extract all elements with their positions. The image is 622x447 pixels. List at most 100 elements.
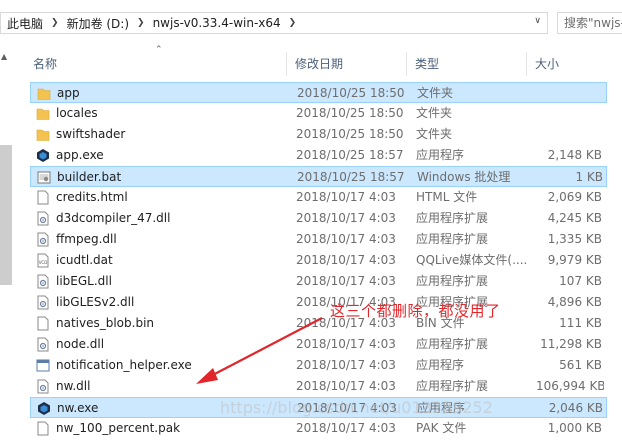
- file-size: 107 KB: [559, 274, 602, 288]
- chevron-right-icon[interactable]: ❯: [137, 18, 145, 28]
- file-name: ffmpeg.dll: [56, 232, 117, 246]
- column-header-name[interactable]: 名称: [25, 52, 287, 76]
- column-header-size[interactable]: 大小: [527, 52, 607, 76]
- file-row[interactable]: locales 2018/10/25 18:50 文件夹: [30, 103, 607, 124]
- chevron-down-icon[interactable]: ∨: [534, 16, 541, 26]
- dll-file-icon: [36, 232, 50, 247]
- bin-file-icon: [36, 316, 50, 331]
- file-type: 文件夹: [417, 86, 454, 100]
- file-row[interactable]: node.dll 2018/10/17 4:03 应用程序扩展 11,298 KB: [30, 334, 607, 355]
- file-row[interactable]: app.exe 2018/10/25 18:57 应用程序 2,148 KB: [30, 145, 607, 166]
- file-date: 2018/10/17 4:03: [296, 337, 396, 351]
- file-name: app: [57, 86, 80, 100]
- file-row[interactable]: builder.bat 2018/10/25 18:57 Windows 批处理 1 …: [30, 166, 607, 187]
- file-type: 应用程序扩展: [416, 211, 489, 225]
- file-name: swiftshader: [56, 127, 126, 141]
- breadcrumb-this-pc[interactable]: 此电脑: [7, 15, 43, 32]
- file-size: 106,994 KB: [536, 379, 604, 393]
- column-header-type[interactable]: 类型: [407, 52, 527, 76]
- dll-file-icon: [36, 274, 50, 289]
- ribbon-tabs-strip: [0, 0, 622, 7]
- file-date: 2018/10/17 4:03: [296, 379, 396, 393]
- file-size: 11,298 KB: [540, 337, 602, 351]
- batch-file-icon: [37, 170, 51, 185]
- file-row[interactable]: notification_helper.exe 2018/10/17 4:03 应用…: [30, 355, 607, 376]
- dll-file-icon: [36, 337, 50, 352]
- navigation-scrollbar-thumb[interactable]: [0, 145, 12, 285]
- breadcrumb-nwjs-folder[interactable]: nwjs-v0.33.4-win-x64: [153, 16, 281, 30]
- watermark: https://blog.csdn.net/u013289252: [220, 398, 493, 417]
- file-row[interactable]: nw.dll 2018/10/17 4:03 应用程序扩展 106,994 KB: [30, 376, 607, 397]
- file-type: QQLive媒体文件(....: [416, 253, 528, 267]
- file-row[interactable]: libEGL.dll 2018/10/17 4:03 应用程序扩展 107 KB: [30, 271, 607, 292]
- file-size: 2,148 KB: [547, 148, 602, 162]
- file-size: [536, 124, 604, 145]
- file-size: 4,896 KB: [547, 295, 602, 309]
- dll-file-icon: [36, 211, 50, 226]
- folder-icon: [37, 86, 51, 101]
- file-date: 2018/10/17 4:03: [296, 232, 396, 246]
- file-size: 2,046 KB: [548, 401, 603, 415]
- file-type: 应用程序扩展: [416, 379, 489, 393]
- file-row[interactable]: app 2018/10/25 18:50 文件夹: [30, 82, 607, 103]
- file-date: 2018/10/25 18:57: [297, 170, 405, 184]
- file-name: credits.html: [56, 190, 128, 204]
- file-name: nw_100_percent.pak: [56, 421, 181, 435]
- dll-file-icon: [36, 295, 50, 310]
- navigation-pane: ▲: [0, 40, 13, 447]
- dll-file-icon: [36, 379, 50, 394]
- file-size: 111 KB: [559, 316, 602, 330]
- file-row[interactable]: VCD icudtl.dat 2018/10/17 4:03 QQLive媒体文件(.…: [30, 250, 607, 271]
- file-name: node.dll: [56, 337, 105, 351]
- file-type: Windows 批处理: [417, 170, 511, 184]
- file-row[interactable]: nw_100_percent.pak 2018/10/17 4:03 PAK 文件 1…: [30, 418, 607, 439]
- file-row[interactable]: credits.html 2018/10/17 4:03 HTML 文件 2,069 …: [30, 187, 607, 208]
- dat-file-icon: VCD: [36, 253, 50, 268]
- folder-icon: [36, 106, 50, 121]
- file-date: 2018/10/17 4:03: [296, 358, 396, 372]
- file-name: libEGL.dll: [56, 274, 112, 288]
- file-size: [537, 83, 605, 104]
- file-date: 2018/10/17 4:03: [296, 274, 396, 288]
- folder-icon: [36, 127, 50, 142]
- breadcrumb-drive-d[interactable]: 新加卷 (D:): [67, 15, 129, 32]
- nwjs-exe-icon: [36, 148, 50, 163]
- file-type: 应用程序: [416, 148, 465, 162]
- file-size: 9,979 KB: [547, 253, 602, 267]
- svg-text:VCD: VCD: [39, 260, 48, 265]
- file-type: 应用程序: [416, 358, 465, 372]
- file-size: 561 KB: [559, 358, 602, 372]
- file-row[interactable]: d3dcompiler_47.dll 2018/10/17 4:03 应用程序扩展 4…: [30, 208, 607, 229]
- pak-file-icon: [36, 421, 50, 436]
- scroll-up-icon[interactable]: ▲: [1, 52, 7, 61]
- column-header-date[interactable]: 修改日期: [287, 52, 407, 76]
- file-type: 应用程序扩展: [416, 337, 489, 351]
- html-file-icon: [36, 190, 50, 205]
- address-bar[interactable]: 此电脑 ❯ 新加卷 (D:) ❯ nwjs-v0.33.4-win-x64 ❯ …: [0, 12, 548, 34]
- file-type: 文件夹: [416, 127, 453, 141]
- file-name: app.exe: [56, 148, 104, 162]
- file-row[interactable]: swiftshader 2018/10/25 18:50 文件夹: [30, 124, 607, 145]
- file-name: libGLESv2.dll: [56, 295, 135, 309]
- file-date: 2018/10/25 18:50: [297, 86, 405, 100]
- file-row[interactable]: libGLESv2.dll 2018/10/17 4:03 应用程序扩展 4,896 …: [30, 292, 607, 313]
- file-type: HTML 文件: [416, 190, 478, 204]
- file-row[interactable]: ffmpeg.dll 2018/10/17 4:03 应用程序扩展 1,335 KB: [30, 229, 607, 250]
- file-date: 2018/10/25 18:50: [296, 127, 404, 141]
- file-name: icudtl.dat: [56, 253, 113, 267]
- chevron-right-icon[interactable]: ❯: [51, 18, 59, 28]
- nwjs-exe-icon: [37, 401, 51, 416]
- file-name: natives_blob.bin: [56, 316, 155, 330]
- file-date: 2018/10/17 4:03: [296, 421, 396, 435]
- chevron-right-icon[interactable]: ❯: [289, 18, 297, 28]
- annotation-text: 这三个都删除，都没用了: [330, 302, 501, 320]
- file-date: 2018/10/17 4:03: [296, 211, 396, 225]
- search-input[interactable]: 搜索"nwjs-...: [557, 12, 622, 34]
- file-type: 应用程序扩展: [416, 232, 489, 246]
- file-size: 4,245 KB: [547, 211, 602, 225]
- file-size: 2,069 KB: [547, 190, 602, 204]
- file-row[interactable]: natives_blob.bin 2018/10/17 4:03 BIN 文件 111…: [30, 313, 607, 334]
- file-size: 1,335 KB: [547, 232, 602, 246]
- file-name: locales: [56, 106, 98, 120]
- file-type: 应用程序扩展: [416, 274, 489, 288]
